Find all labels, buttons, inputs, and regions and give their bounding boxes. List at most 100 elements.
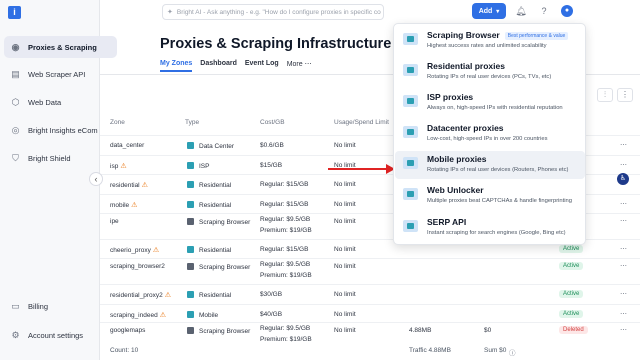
info-icon: ⓘ (509, 350, 516, 357)
product-option-datacenter-proxies[interactable]: Datacenter proxies Low-cost, high-speed I… (395, 120, 585, 148)
zone-name-text: cheerio_proxy (110, 247, 151, 254)
row-menu-icon[interactable]: ⋯ (620, 200, 627, 208)
column-header-usage-limit[interactable]: Usage/Spend Limit (334, 119, 389, 126)
zone-name[interactable]: cheerio_proxy ⚠ (110, 246, 159, 254)
cost-premium-value: Premium: $19/GB (260, 227, 312, 234)
app-logo[interactable]: i (8, 6, 21, 19)
help-icon[interactable]: ? (538, 5, 550, 17)
warning-icon: ⚠ (120, 163, 127, 170)
location-pin-icon: ◉ (11, 41, 20, 52)
more-options-button[interactable]: ⋮ (617, 88, 633, 102)
sidebar-item-label: Account settings (28, 330, 84, 340)
column-header-cost[interactable]: Cost/GB (260, 119, 285, 126)
status-badge: Active (559, 290, 584, 298)
product-badge: Best performance & value (504, 32, 569, 40)
zone-name[interactable]: isp ⚠ (110, 162, 127, 170)
product-title-text: SERP API (427, 217, 467, 227)
product-description: Instant scraping for search engines (Goo… (427, 230, 566, 236)
cost-value: $0.6/GB (260, 142, 284, 149)
add-button[interactable]: Add ▾ (472, 3, 506, 19)
search-input[interactable]: ✦ Bright AI - Ask anything - e.g. "How d… (162, 4, 384, 20)
zone-type: Data Center (187, 142, 234, 150)
shield-icon: ⛉ (12, 152, 19, 163)
zone-type-icon (187, 246, 194, 253)
zone-type: Residential (187, 201, 231, 209)
row-menu-icon[interactable]: ⋯ (620, 217, 627, 225)
row-menu-icon[interactable]: ⋯ (620, 161, 627, 169)
zone-name[interactable]: mobile ⚠ (110, 201, 137, 209)
zone-name[interactable]: residential ⚠ (110, 181, 148, 189)
footer-count: Count: 10 (110, 347, 139, 354)
zone-type-text: ISP (199, 163, 210, 170)
zone-name[interactable]: residential_proxy2 ⚠ (110, 291, 171, 299)
row-menu-icon[interactable]: ⋯ (620, 326, 627, 334)
profile-avatar[interactable]: ● (561, 5, 573, 17)
zone-name[interactable]: ipe (110, 218, 119, 225)
tab-my-zones[interactable]: My Zones (160, 60, 193, 72)
tab-dashboard[interactable]: Dashboard (200, 60, 237, 72)
table-row[interactable]: residential_proxy2 ⚠ Residential $30/GB No l… (100, 284, 640, 304)
product-option-mobile-proxies[interactable]: Mobile proxies Rotating IPs of real user … (395, 151, 585, 179)
insights-icon: ◎ (11, 124, 20, 135)
zone-name[interactable]: data_center (110, 142, 144, 149)
table-row[interactable]: scraping_browser2 Scraping Browser Regular… (100, 258, 640, 284)
tab-bar: My Zones Dashboard Event Log More ⋯ (160, 60, 312, 72)
zone-type-icon (187, 291, 194, 298)
zone-type-icon (187, 162, 194, 169)
sidebar-item-label: Bright Insights eCom (28, 125, 98, 135)
row-menu-icon[interactable]: ⋯ (620, 141, 627, 149)
sparkle-icon: ✦ (167, 9, 173, 16)
zone-name[interactable]: scraping_indeed ⚠ (110, 311, 166, 319)
columns-button[interactable]: ⫶ (597, 88, 613, 102)
zone-type-text: Data Center (199, 143, 235, 150)
gear-icon: ⚙ (11, 329, 20, 340)
usage-limit: No limit (334, 311, 356, 318)
column-header-zone[interactable]: Zone (110, 119, 125, 126)
column-header-type[interactable]: Type (185, 119, 199, 126)
row-menu-icon[interactable]: ⋯ (620, 290, 627, 298)
accessibility-icon[interactable]: ♿︎ (617, 173, 629, 185)
warning-icon: ⚠ (164, 292, 172, 299)
zone-type-text: Residential (199, 202, 232, 209)
chevron-down-icon: ▾ (496, 8, 500, 15)
collapse-sidebar-button[interactable]: ‹ (89, 172, 103, 186)
row-menu-icon[interactable]: ⋯ (620, 245, 627, 253)
zone-type-text: Scraping Browser (199, 328, 251, 335)
zone-type-icon (187, 218, 194, 225)
zone-name[interactable]: googlemaps (110, 327, 145, 334)
product-description: Rotating IPs of real user devices (Route… (427, 167, 569, 173)
product-option-isp-proxies[interactable]: ISP proxies Always on, high-speed IPs wit… (395, 89, 585, 117)
sidebar-item-web-data[interactable]: ⬡ Web Data (4, 91, 117, 113)
row-menu-icon[interactable]: ⋯ (620, 262, 627, 270)
tab-more[interactable]: More ⋯ (287, 60, 312, 72)
product-title: Mobile proxies (427, 154, 487, 164)
product-option-web-unlocker[interactable]: Web Unlocker Multiple proxies beat CAPTCH… (395, 182, 585, 210)
table-row[interactable]: googlemaps Scraping Browser Regular: $9.5/… (100, 322, 640, 347)
product-option-residential-proxies[interactable]: Residential proxies Rotating IPs of real … (395, 58, 585, 86)
bell-icon[interactable]: 🔔︎ (515, 5, 527, 17)
sidebar-item-label: Billing (28, 301, 49, 311)
zone-name-text: mobile (110, 202, 130, 209)
zone-type-text: Mobile (199, 312, 219, 319)
product-title: Web Unlocker (427, 185, 484, 195)
status-badge: Active (559, 310, 584, 318)
usage-limit: No limit (334, 263, 356, 270)
tab-event-log[interactable]: Event Log (245, 60, 279, 72)
zone-type: ISP (187, 162, 209, 170)
product-title: Scraping Browser Best performance & value (427, 30, 569, 40)
sidebar-item-proxies-scraping[interactable]: ◉ Proxies & Scraping (4, 36, 117, 58)
footer-traffic: Traffic 4.88MB (409, 347, 451, 354)
search-placeholder: Bright AI - Ask anything - e.g. "How do … (176, 8, 381, 16)
status-badge: Active (559, 245, 584, 253)
usage-limit: No limit (334, 181, 356, 188)
warning-icon: ⚠ (159, 312, 166, 319)
zone-type-text: Scraping Browser (199, 264, 251, 271)
zone-name-text: scraping_browser2 (110, 263, 165, 270)
product-option-scraping-browser[interactable]: Scraping Browser Best performance & value… (395, 27, 585, 55)
add-product-dropdown: Scraping Browser Best performance & value… (393, 23, 586, 245)
usage-limit: No limit (334, 218, 356, 225)
table-row[interactable]: scraping_indeed ⚠ Mobile $40/GB No limit Acti… (100, 304, 640, 322)
product-option-serp-api[interactable]: SERP API Instant scraping for search engi… (395, 214, 585, 242)
zone-name[interactable]: scraping_browser2 (110, 263, 165, 270)
row-menu-icon[interactable]: ⋯ (620, 310, 627, 318)
